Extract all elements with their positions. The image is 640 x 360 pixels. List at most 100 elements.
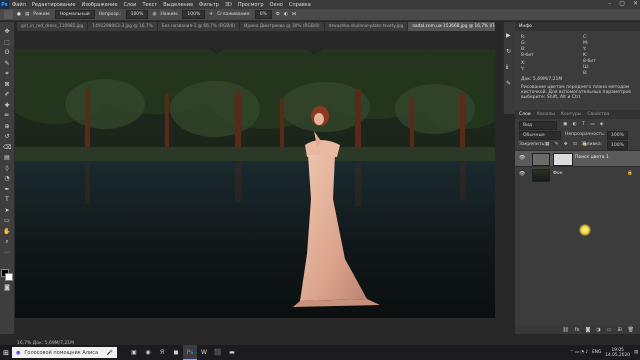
doc-tab-active[interactable]: nadal.com.ua-153668.jpg @ 16,7% (Поиск ц… — [408, 22, 495, 31]
pen-icon[interactable]: ✒ — [3, 186, 11, 193]
healing-icon[interactable]: ✚ — [3, 102, 11, 109]
clock[interactable]: 19:05 14.05.2020 — [605, 348, 630, 358]
minimize-icon[interactable]: – — [608, 0, 611, 7]
more-icon[interactable]: ⋯ — [3, 249, 11, 256]
menu-view[interactable]: Просмотр — [235, 2, 267, 8]
notification-area-icons[interactable]: ⌃ ▭ ◔ ♪ — [570, 350, 588, 355]
background-color-swatch[interactable] — [5, 273, 13, 281]
photoshop-icon[interactable]: Ps — [183, 345, 197, 360]
history-brush-icon[interactable]: ↺ — [3, 133, 11, 140]
word-icon[interactable]: W — [197, 345, 211, 360]
mode-select[interactable]: Нормальный — [54, 10, 95, 19]
symmetry-icon[interactable]: ⋈ — [292, 12, 297, 17]
flow-label: Нажим: — [160, 12, 179, 17]
gradient-icon[interactable]: ▤ — [3, 154, 11, 161]
link-layers-icon[interactable]: ⛓ — [562, 327, 568, 333]
brush-size-icon[interactable]: ● — [17, 12, 21, 17]
lasso-icon[interactable]: ʘ — [3, 49, 11, 56]
eye-icon[interactable]: 👁 — [519, 171, 525, 177]
doc-tab[interactable]: girl_in_red_dress_110985.jpg — [17, 22, 89, 31]
brush-settings-icon[interactable]: ✎ — [506, 80, 511, 87]
layer-row[interactable]: 👁 Фон 🔒 — [515, 166, 640, 182]
eyedropper-icon[interactable]: ✐ — [3, 91, 11, 98]
brush-preset-icon[interactable] — [4, 10, 13, 19]
blur-icon[interactable]: ◊ — [3, 165, 11, 172]
document-canvas[interactable] — [15, 49, 495, 318]
tab-paths[interactable]: Контуры — [561, 112, 582, 117]
menu-window[interactable]: Окно — [267, 2, 286, 8]
trash-icon[interactable]: 🗑 — [628, 327, 634, 333]
menu-3d[interactable]: 3D — [222, 2, 235, 8]
crop-icon[interactable]: ⌗ — [3, 70, 11, 77]
path-select-icon[interactable]: ➤ — [3, 207, 11, 214]
fx-icon[interactable]: fx — [575, 327, 580, 333]
quick-select-icon[interactable]: ✎ — [3, 60, 11, 67]
menu-edit[interactable]: Редактирование — [29, 2, 79, 8]
brush-angle-icon[interactable]: ◐ — [284, 12, 288, 17]
menu-layers[interactable]: Слои — [120, 2, 139, 8]
layer-opacity-input[interactable]: 100% — [607, 131, 628, 140]
maximize-icon[interactable]: ▢ — [619, 0, 625, 7]
microphone-icon[interactable]: 🎤 — [107, 350, 113, 356]
opacity-input[interactable]: 100% — [125, 10, 149, 19]
tab-channels[interactable]: Каналы — [537, 112, 555, 117]
hand-icon[interactable]: ✋ — [3, 228, 11, 235]
menu-help[interactable]: Справка — [286, 2, 314, 8]
menu-file[interactable]: Файл — [9, 2, 29, 8]
shape-icon[interactable]: ▭ — [3, 217, 11, 224]
smoothing-settings-icon[interactable]: ⚙ — [276, 12, 280, 17]
yandex-icon[interactable]: Я — [155, 345, 169, 360]
adjustment-icon[interactable]: ◑ — [596, 327, 600, 333]
doc-tab[interactable]: devushka-skulenie-plate-tsvety.jpg — [325, 22, 409, 31]
notifications-icon[interactable]: ▤ — [634, 350, 638, 355]
layer-filter-icons[interactable]: ▣ ◐ T ▭ ◈ — [563, 122, 605, 127]
windows-start-icon[interactable]: ⊞ — [0, 345, 12, 360]
fill-input[interactable]: 100% — [607, 141, 628, 150]
eraser-icon[interactable]: ⌫ — [3, 144, 11, 151]
layer-name[interactable]: Фон — [553, 171, 563, 176]
tab-layers[interactable]: Слои — [519, 112, 531, 117]
folder-icon[interactable]: ▬ — [225, 345, 239, 360]
layer-filter-kind[interactable]: Вид — [519, 121, 557, 130]
dodge-icon[interactable]: ◔ — [3, 175, 11, 182]
add-mask-icon[interactable]: ◙ — [585, 327, 590, 333]
history-icon[interactable]: ↻ — [506, 48, 511, 55]
info-icon[interactable]: ℹ — [506, 64, 508, 71]
layer-name[interactable]: Поиск цвета 1 — [575, 155, 609, 160]
close-icon[interactable]: ✕ — [633, 0, 638, 7]
new-layer-icon[interactable]: ⊞ — [617, 327, 621, 333]
move-icon[interactable]: ✥ — [3, 28, 11, 35]
layer-mask-thumbnail[interactable] — [553, 153, 573, 166]
layer-row[interactable]: 👁 Поиск цвета 1 — [515, 150, 640, 166]
pressure-opacity-icon[interactable]: ◍ — [152, 12, 156, 17]
doc-tab[interactable]: 1491298063-3.jpg @ 16,7% — [88, 22, 158, 31]
frame-icon[interactable]: ⊠ — [3, 81, 11, 88]
doc-tab[interactable]: Без названия-1 @ 66,7% (RGB/8) — [158, 22, 241, 31]
eye-icon[interactable]: 👁 — [519, 155, 525, 161]
type-icon[interactable]: T — [3, 196, 11, 203]
tab-properties[interactable]: Свойства — [587, 112, 609, 117]
quick-mask-icon[interactable]: ◙ — [3, 284, 11, 291]
smoothing-input[interactable]: 0% — [254, 10, 272, 19]
search-box[interactable]: ● Голосовой помощник Алиса 🎤 — [12, 347, 117, 358]
stamp-icon[interactable]: ⊕ — [3, 123, 11, 130]
airbrush-icon[interactable]: ✈ — [209, 12, 213, 17]
flow-input[interactable]: 100% — [182, 10, 206, 19]
language-indicator[interactable]: ENG — [592, 350, 601, 355]
files-icon[interactable]: ⬛ — [211, 345, 225, 360]
explorer-icon[interactable]: ▣ — [127, 345, 141, 360]
new-group-icon[interactable]: ▭ — [607, 327, 612, 333]
marquee-icon[interactable]: ⬚ — [3, 39, 11, 46]
doc-tab[interactable]: Ирина Дмитриева @ 30% (RGB/8) — [240, 22, 325, 31]
blend-mode-select[interactable]: Обычные — [519, 131, 561, 140]
media-icon[interactable]: ◼ — [169, 345, 183, 360]
brush-icon[interactable]: ✏ — [3, 112, 11, 119]
menu-type[interactable]: Текст — [139, 2, 160, 8]
brush-panel-icon[interactable]: ▤ — [25, 12, 29, 17]
chrome-icon[interactable]: ◉ — [141, 345, 155, 360]
play-icon[interactable]: ▶ — [506, 32, 511, 39]
menu-select[interactable]: Выделение — [160, 2, 196, 8]
menu-filter[interactable]: Фильтр — [196, 2, 222, 8]
zoom-icon[interactable]: ⌕ — [3, 238, 11, 245]
menu-image[interactable]: Изображение — [78, 2, 120, 8]
